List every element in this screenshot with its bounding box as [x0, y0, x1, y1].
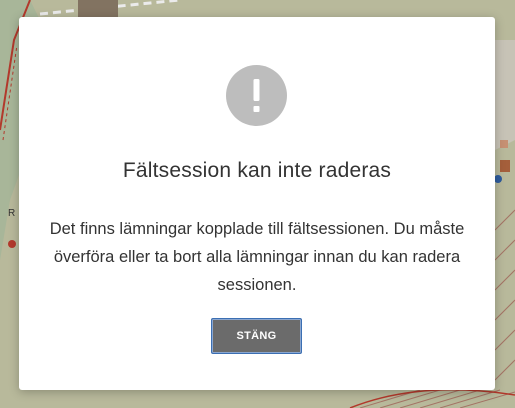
dialog-message: Det finns lämningar kopplade till fältse…	[49, 220, 465, 294]
close-button[interactable]: STÄNG	[211, 318, 302, 354]
dialog-title: Fältsession kan inte raderas	[122, 159, 392, 182]
exclamation-icon	[226, 65, 287, 126]
error-dialog: Fältsession kan inte raderas Det finns l…	[19, 17, 495, 390]
